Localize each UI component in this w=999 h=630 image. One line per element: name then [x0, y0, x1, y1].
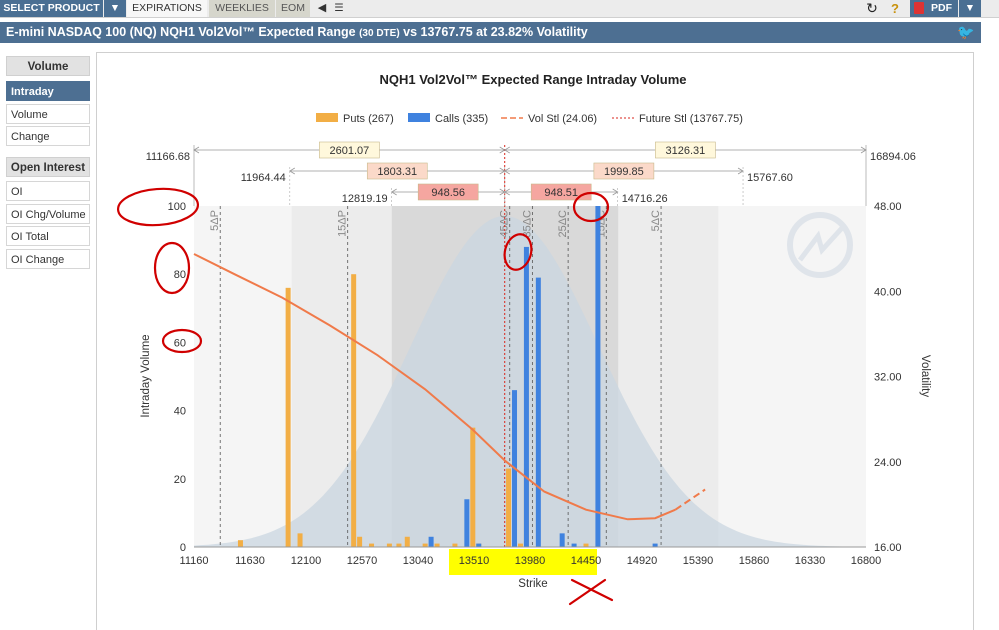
- expected-range-chart: NQH1 Vol2Vol™ Expected Range Intraday Vo…: [116, 72, 931, 606]
- x-tick-label: 13040: [403, 555, 434, 567]
- y2-tick-label: 48.00: [874, 201, 902, 213]
- put-bar: [357, 536, 363, 547]
- delta-label: 35ΔC: [521, 210, 533, 238]
- put-bar: [386, 543, 392, 547]
- call-bar: [428, 536, 434, 547]
- range-high-label: 15767.60: [747, 172, 793, 184]
- chart-title: NQH1 Vol2Vol™ Expected Range Intraday Vo…: [379, 72, 686, 87]
- x-tick-label: 13980: [515, 555, 546, 567]
- y-tick-label: 80: [174, 269, 186, 281]
- put-bar: [422, 543, 428, 547]
- y2-tick-label: 40.00: [874, 286, 902, 298]
- range-value: 1803.31: [377, 166, 417, 178]
- x-tick-label: 12100: [291, 555, 322, 567]
- put-bar: [470, 427, 476, 547]
- y-tick-label: 60: [174, 337, 186, 349]
- put-bar: [404, 536, 410, 547]
- call-bar: [571, 543, 577, 547]
- x-tick-label: 16330: [795, 555, 826, 567]
- range-value: 2601.07: [329, 145, 369, 157]
- call-bar: [559, 533, 565, 547]
- annotation-circle: [153, 241, 191, 295]
- y2-tick-label: 24.00: [874, 457, 902, 469]
- legend-label: Future Stl (13767.75): [639, 113, 743, 125]
- put-bar: [517, 543, 523, 547]
- y2-tick-label: 16.00: [874, 542, 902, 554]
- annotation-cross: [568, 578, 614, 606]
- range-low-label: 11166.68: [146, 151, 190, 163]
- x-tick-label: 15390: [683, 555, 714, 567]
- x-axis-title: Strike: [518, 578, 547, 590]
- delta-label: 5ΔP: [209, 210, 221, 231]
- x-tick-label: 12570: [347, 555, 378, 567]
- range-low-label: 11964.44: [241, 172, 286, 184]
- range-value: 948.51: [544, 187, 578, 199]
- x-tick-label: 15860: [739, 555, 770, 567]
- range-high-label: 16894.06: [870, 151, 916, 163]
- call-bar: [476, 543, 482, 547]
- delta-label: 5ΔC: [650, 210, 662, 231]
- call-bar: [535, 277, 541, 547]
- y-tick-label: 100: [168, 201, 186, 213]
- call-bar: [464, 499, 470, 547]
- put-bar: [506, 468, 512, 547]
- legend-swatch: [408, 113, 430, 122]
- call-bar: [652, 543, 658, 547]
- put-bar: [297, 533, 303, 547]
- put-bar: [285, 287, 291, 547]
- y2-tick-label: 32.00: [874, 372, 902, 384]
- x-tick-label: 13510: [459, 555, 490, 567]
- legend-label: Calls (335): [435, 113, 488, 125]
- range-value: 1999.85: [604, 166, 644, 178]
- range-value: 3126.31: [665, 145, 705, 157]
- y-tick-label: 0: [180, 542, 186, 554]
- put-bar: [369, 543, 375, 547]
- annotation-circle: [116, 187, 200, 227]
- delta-label: 15ΔP: [337, 210, 349, 237]
- put-bar: [583, 543, 589, 547]
- x-tick-label: 14450: [571, 555, 602, 567]
- range-high-label: 14716.26: [622, 193, 668, 205]
- put-bar: [351, 274, 357, 547]
- call-bar: [595, 206, 601, 547]
- legend-label: Puts (267): [343, 113, 394, 125]
- x-tick-label: 11160: [180, 555, 209, 567]
- call-bar: [523, 246, 529, 548]
- put-bar: [237, 540, 243, 547]
- put-bar: [452, 543, 458, 547]
- put-bar: [434, 543, 440, 547]
- y-tick-label: 40: [174, 406, 186, 418]
- range-low-label: 12819.19: [342, 193, 388, 205]
- x-tick-label: 14920: [627, 555, 658, 567]
- y2-axis-title: Volatility: [919, 355, 931, 397]
- put-bar: [396, 543, 402, 547]
- x-tick-label: 11630: [235, 555, 265, 567]
- delta-label: 25ΔC: [557, 210, 569, 238]
- legend-label: Vol Stl (24.06): [528, 113, 597, 125]
- y-axis-title: Intraday Volume: [140, 334, 152, 417]
- y-tick-label: 20: [174, 474, 186, 486]
- range-value: 948.56: [431, 187, 465, 199]
- x-tick-label: 16800: [851, 555, 882, 567]
- legend-swatch: [316, 113, 338, 122]
